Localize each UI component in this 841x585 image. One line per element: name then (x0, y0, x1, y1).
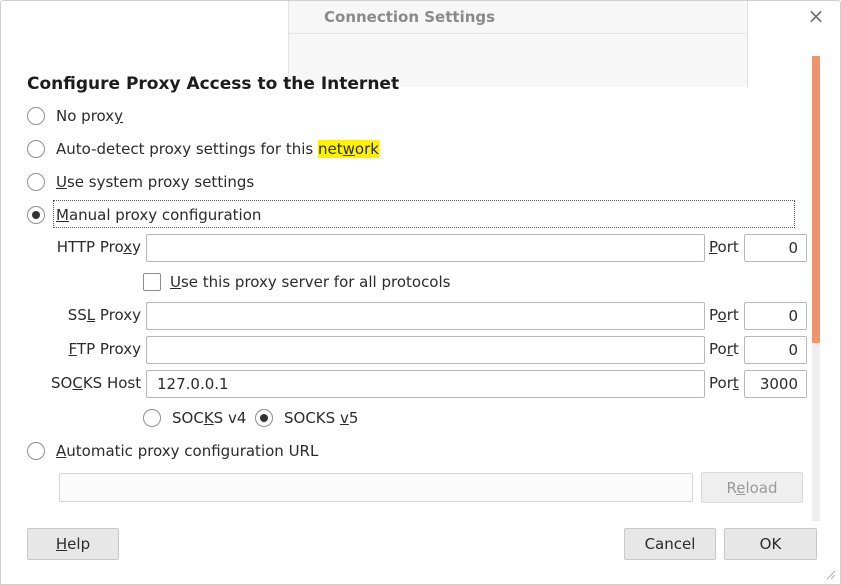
radio-auto-url-label: Automatic proxy configuration URL (56, 442, 319, 460)
http-proxy-input[interactable] (146, 234, 705, 262)
radio-system-proxy-label: Use system proxy settings (56, 173, 255, 191)
radio-auto-url-row[interactable]: Automatic proxy configuration URL (27, 440, 318, 462)
share-proxy-checkbox[interactable] (143, 273, 161, 291)
radio-manual-row[interactable]: Manual proxy configuration (27, 204, 261, 226)
ftp-proxy-label: FTP Proxy (68, 340, 141, 358)
reload-button[interactable]: Reload (701, 472, 803, 503)
radio-no-proxy-label: No proxy (56, 107, 124, 125)
radio-socks-v5[interactable] (255, 409, 273, 427)
auto-url-input[interactable] (59, 473, 693, 502)
radio-manual-proxy[interactable] (27, 206, 45, 224)
radio-no-proxy-row[interactable]: No proxy (27, 105, 123, 127)
http-port-label: Port (709, 238, 739, 256)
ftp-proxy-input[interactable] (146, 336, 705, 364)
connection-settings-dialog: Connection Settings × Configure Proxy Ac… (0, 0, 841, 585)
socks-host-input[interactable] (146, 370, 705, 398)
ssl-port-input[interactable] (744, 302, 807, 330)
radio-auto-detect-label: Auto-detect proxy settings for this netw… (56, 140, 379, 158)
radio-system-proxy[interactable] (27, 173, 45, 191)
radio-auto-detect-row[interactable]: Auto-detect proxy settings for this netw… (27, 138, 379, 160)
radio-socks-v5-label: SOCKS v5 (284, 409, 359, 427)
socks-v4-row[interactable]: SOCKS v4 (143, 407, 246, 429)
ssl-proxy-input[interactable] (146, 302, 705, 330)
dialog-title: Connection Settings (324, 8, 496, 26)
share-proxy-label: Use this proxy server for all protocols (170, 273, 451, 291)
socks-port-label: Port (709, 374, 739, 392)
resize-grip-icon[interactable] (824, 568, 838, 582)
ssl-port-label: Port (709, 306, 739, 324)
radio-auto-detect[interactable] (27, 140, 45, 158)
titlebar-divider (288, 33, 746, 34)
section-heading: Configure Proxy Access to the Internet (27, 74, 400, 94)
socks-port-input[interactable] (744, 370, 807, 398)
socks-v5-row[interactable]: SOCKS v5 (255, 407, 358, 429)
radio-manual-proxy-label: Manual proxy configuration (56, 206, 262, 224)
ftp-port-label: Port (709, 340, 739, 358)
radio-socks-v4[interactable] (143, 409, 161, 427)
cancel-button[interactable]: Cancel (624, 528, 716, 560)
radio-socks-v4-label: SOCKS v4 (172, 409, 247, 427)
scrollbar-thumb[interactable] (812, 56, 820, 343)
radio-no-proxy[interactable] (27, 107, 45, 125)
http-proxy-label: HTTP Proxy (56, 238, 141, 256)
help-button[interactable]: Help (27, 528, 119, 560)
search-highlight: network (318, 140, 379, 158)
http-port-input[interactable] (744, 234, 807, 262)
socks-host-label: SOCKS Host (51, 374, 142, 392)
radio-auto-url[interactable] (27, 442, 45, 460)
ssl-proxy-label: SSL Proxy (67, 306, 141, 324)
ok-button[interactable]: OK (724, 528, 817, 560)
ftp-port-input[interactable] (744, 336, 807, 364)
radio-system-row[interactable]: Use system proxy settings (27, 171, 254, 193)
close-icon[interactable]: × (805, 5, 827, 27)
